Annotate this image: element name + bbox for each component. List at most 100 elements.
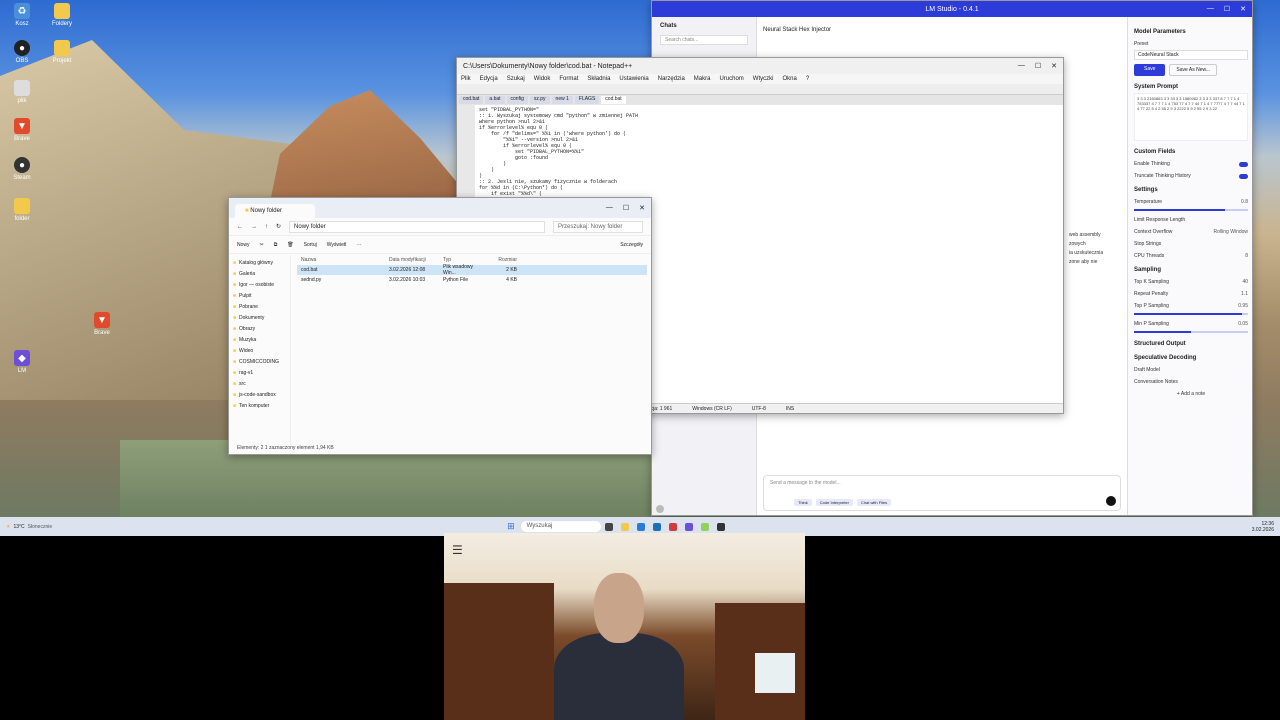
file-row[interactable]: cod.bat 3.02.2026 12:08 Plik wsadowy Win… — [297, 264, 647, 276]
address-input[interactable]: Nowy folder — [289, 220, 545, 233]
edge-icon[interactable] — [652, 522, 661, 531]
maximize-button[interactable]: ☐ — [623, 204, 629, 212]
preset-select[interactable]: CodeNeural Stack — [1134, 50, 1248, 60]
nav-item[interactable]: ■ Muzyka — [233, 334, 286, 345]
nav-item[interactable]: ■ Wideo — [233, 345, 286, 356]
nav-item[interactable]: ■ Obrazy — [233, 323, 286, 334]
weather-temp[interactable]: 13°C — [13, 524, 24, 530]
editor-tab[interactable]: cod.bat — [459, 96, 484, 104]
file-explorer-icon[interactable] — [620, 522, 629, 531]
nav-item[interactable]: ■ Ten komputer — [233, 400, 286, 411]
desktop-icon-recycle-bin[interactable]: ♻ Kosz — [0, 3, 44, 27]
desktop-icon-lm[interactable]: ◆ LM — [0, 350, 44, 374]
menu-item[interactable]: Plik — [461, 76, 471, 82]
editor-tab[interactable]: config — [506, 96, 528, 104]
editor-tab[interactable]: cod.bat — [601, 96, 626, 104]
column-date[interactable]: Data modyfikacji — [389, 257, 443, 263]
add-note-button[interactable]: + Add a note — [1134, 391, 1248, 397]
menu-item[interactable]: Edycja — [480, 76, 498, 82]
more-icon[interactable]: ··· — [356, 242, 361, 248]
explorer-tab[interactable]: ■ Nowy folder — [235, 204, 315, 218]
store-icon[interactable] — [636, 522, 645, 531]
chip-chat-with-files[interactable]: Chat with Files — [856, 499, 892, 506]
nav-item[interactable]: ■ Igor — osobiste — [233, 279, 286, 290]
desktop-icon-obs[interactable]: ● OBS — [0, 40, 44, 64]
context-overflow-select[interactable]: Rolling Window — [1214, 229, 1248, 235]
explorer-search-input[interactable]: Przeszukaj: Nowy folder — [553, 220, 643, 233]
editor-tab[interactable]: FLAGS — [574, 96, 600, 104]
menu-item[interactable]: Makra — [694, 76, 711, 82]
back-arrow-icon[interactable]: ← — [237, 224, 243, 230]
nav-item[interactable]: ■ Dokumenty — [233, 312, 286, 323]
obs-icon[interactable] — [716, 522, 725, 531]
new-button[interactable]: Nowy — [237, 242, 250, 248]
nav-item[interactable]: ■ Pulpit — [233, 290, 286, 301]
nav-item[interactable]: ■ Pobrane — [233, 301, 286, 312]
menu-item[interactable]: Widok — [534, 76, 551, 82]
menu-item[interactable]: ? — [806, 76, 809, 82]
close-button[interactable]: ✕ — [1051, 62, 1057, 70]
menu-item[interactable]: Ustawienia — [619, 76, 648, 82]
column-size[interactable]: Rozmiar — [487, 257, 517, 263]
maximize-button[interactable]: ☐ — [1224, 5, 1230, 13]
copy-icon[interactable]: ⧉ — [274, 242, 278, 248]
top-p-slider[interactable] — [1134, 313, 1248, 315]
min-p-slider[interactable] — [1134, 331, 1248, 333]
save-button[interactable]: Save — [1134, 64, 1166, 76]
desktop-icon-project[interactable]: Projekt — [40, 40, 84, 64]
desktop-icon-brave-2[interactable]: ▼ Brave — [80, 312, 124, 336]
desktop-icon-folder-2[interactable]: folder — [0, 198, 44, 222]
send-button[interactable] — [1106, 496, 1116, 506]
editor-tab[interactable]: new 1 — [551, 96, 573, 104]
desktop-icon-brave[interactable]: ▼ Brave — [0, 118, 44, 142]
details-button[interactable]: Szczegóły — [620, 242, 643, 248]
sort-button[interactable]: Sortuj — [304, 242, 317, 248]
clock[interactable]: 12:36 3.02.2026 — [1252, 521, 1274, 533]
menu-item[interactable]: Okna — [782, 76, 796, 82]
forward-arrow-icon[interactable]: → — [251, 224, 257, 230]
file-row[interactable]: sednd.py 3.02.2026 10:03 Python File 4 K… — [297, 275, 647, 285]
column-name[interactable]: Nazwa — [297, 257, 389, 263]
minimize-button[interactable]: — — [1207, 5, 1214, 13]
close-button[interactable]: ✕ — [1240, 5, 1246, 13]
windows-start-icon[interactable]: ⊞ — [507, 521, 515, 532]
chip-think[interactable]: Think — [794, 499, 812, 506]
menu-item[interactable]: Szukaj — [507, 76, 525, 82]
enable-thinking-toggle[interactable] — [1239, 161, 1248, 167]
nav-item[interactable]: ■ js-code-sandbox — [233, 389, 286, 400]
menu-item[interactable]: Wtyczki — [753, 76, 774, 82]
desktop-icon-file[interactable]: plik — [0, 80, 44, 104]
nav-item[interactable]: ■ Katalog główny — [233, 257, 286, 268]
message-input[interactable]: Send a message to the model... — [764, 476, 1120, 490]
menu-item[interactable]: Uruchom — [719, 76, 743, 82]
maximize-button[interactable]: ☐ — [1035, 62, 1041, 70]
truncate-thinking-toggle[interactable] — [1239, 173, 1248, 179]
menu-icon[interactable]: ☰ — [452, 543, 463, 557]
lmstudio-icon[interactable] — [684, 522, 693, 531]
menu-item[interactable]: Format — [559, 76, 578, 82]
notepadpp-icon[interactable] — [700, 522, 709, 531]
chip-code-interpreter[interactable]: Code Interpreter — [815, 499, 853, 506]
nav-item[interactable]: ■ rag-v1 — [233, 367, 286, 378]
desktop-icon-steam[interactable]: ● Steam — [0, 157, 44, 181]
view-button[interactable]: Wyświetl — [327, 242, 347, 248]
brave-icon[interactable] — [668, 522, 677, 531]
system-prompt-textarea[interactable]: 3 3 3 2160863 3 3 33 3 3 1580982 3 3 3 3… — [1134, 93, 1248, 141]
taskview-icon[interactable] — [604, 522, 613, 531]
delete-icon[interactable]: 🗑 — [287, 242, 293, 248]
up-arrow-icon[interactable]: ↑ — [265, 224, 268, 230]
refresh-icon[interactable]: ↻ — [276, 223, 281, 230]
nav-item[interactable]: ■ src — [233, 378, 286, 389]
desktop-icon-folder[interactable]: Foldery — [40, 3, 84, 27]
minimize-button[interactable]: — — [606, 204, 613, 212]
menu-item[interactable]: Narzędzia — [658, 76, 685, 82]
settings-gear-icon[interactable] — [656, 505, 664, 513]
taskbar-search[interactable]: Wyszukaj — [520, 521, 601, 532]
chats-search-input[interactable]: Search chats... — [660, 35, 748, 45]
nav-item[interactable]: ■ COSMICCODING — [233, 356, 286, 367]
editor-tab[interactable]: sz.py — [529, 96, 550, 104]
close-button[interactable]: ✕ — [639, 204, 645, 212]
save-as-button[interactable]: Save As New... — [1169, 64, 1218, 76]
menu-item[interactable]: Składnia — [587, 76, 610, 82]
column-type[interactable]: Typ — [443, 257, 487, 263]
